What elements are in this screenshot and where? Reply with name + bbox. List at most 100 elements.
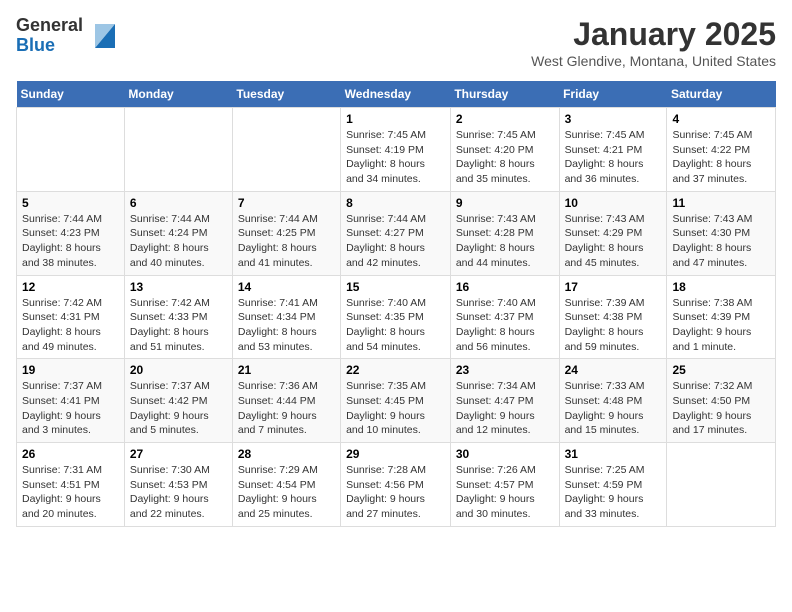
calendar-cell: 22 Sunrise: 7:35 AMSunset: 4:45 PMDayligh… bbox=[341, 359, 451, 443]
weekday-header: Thursday bbox=[450, 81, 559, 108]
title-section: January 2025 West Glendive, Montana, Uni… bbox=[531, 16, 776, 69]
day-info: Sunrise: 7:39 AMSunset: 4:38 PMDaylight:… bbox=[565, 296, 662, 355]
calendar-cell: 11 Sunrise: 7:43 AMSunset: 4:30 PMDayligh… bbox=[667, 191, 776, 275]
day-number: 9 bbox=[456, 196, 554, 210]
weekday-header: Sunday bbox=[17, 81, 125, 108]
day-number: 22 bbox=[346, 363, 445, 377]
weekday-header: Friday bbox=[559, 81, 667, 108]
logo-blue-text: Blue bbox=[16, 36, 83, 56]
logo: General Blue bbox=[16, 16, 119, 56]
calendar-week-row: 26 Sunrise: 7:31 AMSunset: 4:51 PMDayligh… bbox=[17, 443, 776, 527]
day-number: 11 bbox=[672, 196, 770, 210]
day-info: Sunrise: 7:37 AMSunset: 4:42 PMDaylight:… bbox=[130, 379, 227, 438]
day-number: 26 bbox=[22, 447, 119, 461]
page-header: General Blue January 2025 West Glendive,… bbox=[16, 16, 776, 69]
location-text: West Glendive, Montana, United States bbox=[531, 53, 776, 69]
day-info: Sunrise: 7:41 AMSunset: 4:34 PMDaylight:… bbox=[238, 296, 335, 355]
calendar-cell: 4Sunrise: 7:45 AMSunset: 4:22 PMDaylight… bbox=[667, 108, 776, 192]
calendar-week-row: 19 Sunrise: 7:37 AMSunset: 4:41 PMDayligh… bbox=[17, 359, 776, 443]
day-info: Sunrise: 7:43 AMSunset: 4:28 PMDaylight:… bbox=[456, 212, 554, 271]
day-number: 27 bbox=[130, 447, 227, 461]
day-number: 20 bbox=[130, 363, 227, 377]
day-info: Sunrise: 7:29 AMSunset: 4:54 PMDaylight:… bbox=[238, 463, 335, 522]
calendar-cell: 21 Sunrise: 7:36 AMSunset: 4:44 PMDayligh… bbox=[232, 359, 340, 443]
day-info: Sunrise: 7:32 AMSunset: 4:50 PMDaylight:… bbox=[672, 379, 770, 438]
day-number: 19 bbox=[22, 363, 119, 377]
calendar-cell: 1 Sunrise: 7:45 AMSunset: 4:19 PMDaylight… bbox=[341, 108, 451, 192]
day-number: 13 bbox=[130, 280, 227, 294]
day-number: 18 bbox=[672, 280, 770, 294]
calendar-cell: 16Sunrise: 7:40 AMSunset: 4:37 PMDayligh… bbox=[450, 275, 559, 359]
calendar-week-row: 12 Sunrise: 7:42 AMSunset: 4:31 PMDayligh… bbox=[17, 275, 776, 359]
weekday-header: Tuesday bbox=[232, 81, 340, 108]
calendar-cell: 12 Sunrise: 7:42 AMSunset: 4:31 PMDayligh… bbox=[17, 275, 125, 359]
day-number: 6 bbox=[130, 196, 227, 210]
day-info: Sunrise: 7:44 AMSunset: 4:27 PMDaylight:… bbox=[346, 212, 445, 271]
calendar-cell: 27 Sunrise: 7:30 AMSunset: 4:53 PMDayligh… bbox=[124, 443, 232, 527]
calendar-cell bbox=[232, 108, 340, 192]
calendar-cell: 24 Sunrise: 7:33 AMSunset: 4:48 PMDayligh… bbox=[559, 359, 667, 443]
calendar-cell: 18 Sunrise: 7:38 AMSunset: 4:39 PMDayligh… bbox=[667, 275, 776, 359]
day-info: Sunrise: 7:35 AMSunset: 4:45 PMDaylight:… bbox=[346, 379, 445, 438]
calendar-cell: 28Sunrise: 7:29 AMSunset: 4:54 PMDayligh… bbox=[232, 443, 340, 527]
day-number: 14 bbox=[238, 280, 335, 294]
day-info: Sunrise: 7:38 AMSunset: 4:39 PMDaylight:… bbox=[672, 296, 770, 355]
day-number: 3 bbox=[565, 112, 662, 126]
day-info: Sunrise: 7:45 AMSunset: 4:19 PMDaylight:… bbox=[346, 128, 445, 187]
day-number: 17 bbox=[565, 280, 662, 294]
calendar-cell: 25 Sunrise: 7:32 AMSunset: 4:50 PMDayligh… bbox=[667, 359, 776, 443]
day-number: 29 bbox=[346, 447, 445, 461]
day-number: 4 bbox=[672, 112, 770, 126]
calendar-cell: 17 Sunrise: 7:39 AMSunset: 4:38 PMDayligh… bbox=[559, 275, 667, 359]
calendar-cell: 5 Sunrise: 7:44 AMSunset: 4:23 PMDaylight… bbox=[17, 191, 125, 275]
day-info: Sunrise: 7:43 AMSunset: 4:29 PMDaylight:… bbox=[565, 212, 662, 271]
calendar-cell: 31Sunrise: 7:25 AMSunset: 4:59 PMDayligh… bbox=[559, 443, 667, 527]
day-number: 25 bbox=[672, 363, 770, 377]
day-info: Sunrise: 7:37 AMSunset: 4:41 PMDaylight:… bbox=[22, 379, 119, 438]
calendar-cell: 29 Sunrise: 7:28 AMSunset: 4:56 PMDayligh… bbox=[341, 443, 451, 527]
calendar-cell: 7Sunrise: 7:44 AMSunset: 4:25 PMDaylight… bbox=[232, 191, 340, 275]
day-info: Sunrise: 7:31 AMSunset: 4:51 PMDaylight:… bbox=[22, 463, 119, 522]
calendar-cell: 13 Sunrise: 7:42 AMSunset: 4:33 PMDayligh… bbox=[124, 275, 232, 359]
weekday-header: Saturday bbox=[667, 81, 776, 108]
day-number: 24 bbox=[565, 363, 662, 377]
day-info: Sunrise: 7:44 AMSunset: 4:25 PMDaylight:… bbox=[238, 212, 335, 271]
calendar-cell: 3 Sunrise: 7:45 AMSunset: 4:21 PMDaylight… bbox=[559, 108, 667, 192]
day-info: Sunrise: 7:42 AMSunset: 4:33 PMDaylight:… bbox=[130, 296, 227, 355]
calendar-cell: 23 Sunrise: 7:34 AMSunset: 4:47 PMDayligh… bbox=[450, 359, 559, 443]
day-info: Sunrise: 7:44 AMSunset: 4:23 PMDaylight:… bbox=[22, 212, 119, 271]
calendar-cell bbox=[124, 108, 232, 192]
day-info: Sunrise: 7:30 AMSunset: 4:53 PMDaylight:… bbox=[130, 463, 227, 522]
calendar-cell: 10Sunrise: 7:43 AMSunset: 4:29 PMDayligh… bbox=[559, 191, 667, 275]
day-number: 23 bbox=[456, 363, 554, 377]
day-number: 2 bbox=[456, 112, 554, 126]
calendar-cell bbox=[17, 108, 125, 192]
day-info: Sunrise: 7:33 AMSunset: 4:48 PMDaylight:… bbox=[565, 379, 662, 438]
calendar-cell: 26 Sunrise: 7:31 AMSunset: 4:51 PMDayligh… bbox=[17, 443, 125, 527]
calendar-cell: 19 Sunrise: 7:37 AMSunset: 4:41 PMDayligh… bbox=[17, 359, 125, 443]
month-title: January 2025 bbox=[531, 16, 776, 53]
day-info: Sunrise: 7:42 AMSunset: 4:31 PMDaylight:… bbox=[22, 296, 119, 355]
day-info: Sunrise: 7:45 AMSunset: 4:21 PMDaylight:… bbox=[565, 128, 662, 187]
day-info: Sunrise: 7:36 AMSunset: 4:44 PMDaylight:… bbox=[238, 379, 335, 438]
day-number: 16 bbox=[456, 280, 554, 294]
calendar-body: 1 Sunrise: 7:45 AMSunset: 4:19 PMDaylight… bbox=[17, 108, 776, 527]
day-info: Sunrise: 7:25 AMSunset: 4:59 PMDaylight:… bbox=[565, 463, 662, 522]
day-number: 21 bbox=[238, 363, 335, 377]
day-number: 5 bbox=[22, 196, 119, 210]
day-number: 12 bbox=[22, 280, 119, 294]
day-number: 15 bbox=[346, 280, 445, 294]
day-info: Sunrise: 7:34 AMSunset: 4:47 PMDaylight:… bbox=[456, 379, 554, 438]
calendar-cell: 9 Sunrise: 7:43 AMSunset: 4:28 PMDaylight… bbox=[450, 191, 559, 275]
day-info: Sunrise: 7:43 AMSunset: 4:30 PMDaylight:… bbox=[672, 212, 770, 271]
day-number: 1 bbox=[346, 112, 445, 126]
logo-general-text: General bbox=[16, 16, 83, 36]
logo-icon bbox=[87, 20, 119, 52]
day-info: Sunrise: 7:44 AMSunset: 4:24 PMDaylight:… bbox=[130, 212, 227, 271]
calendar-cell: 20 Sunrise: 7:37 AMSunset: 4:42 PMDayligh… bbox=[124, 359, 232, 443]
weekday-header: Wednesday bbox=[341, 81, 451, 108]
day-info: Sunrise: 7:28 AMSunset: 4:56 PMDaylight:… bbox=[346, 463, 445, 522]
calendar-table: SundayMondayTuesdayWednesdayThursdayFrid… bbox=[16, 81, 776, 527]
calendar-cell: 30Sunrise: 7:26 AMSunset: 4:57 PMDayligh… bbox=[450, 443, 559, 527]
day-info: Sunrise: 7:45 AMSunset: 4:20 PMDaylight:… bbox=[456, 128, 554, 187]
